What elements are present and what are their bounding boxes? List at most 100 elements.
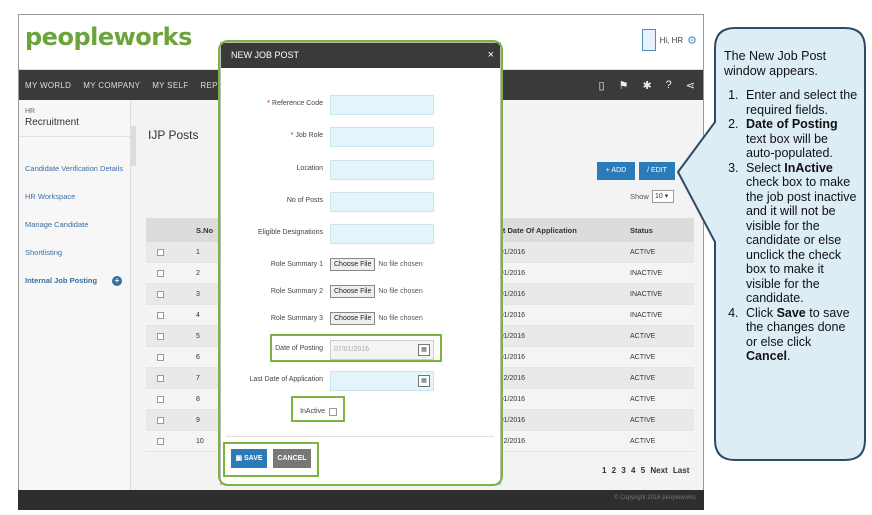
no-file-text: No file chosen: [378, 288, 423, 295]
row-checkbox[interactable]: [156, 248, 164, 256]
row-checkbox[interactable]: [156, 269, 164, 277]
row-checkbox-cell: [146, 284, 174, 304]
field-role-summary-1: Role Summary 1 Choose File No file chose…: [221, 256, 502, 276]
field-date-of-posting: Date of Posting 07/01/2016 ▦: [221, 340, 502, 360]
add-button[interactable]: + ADD: [597, 162, 635, 180]
plus-circle-icon[interactable]: +: [112, 276, 122, 286]
row-checkbox-cell: [146, 389, 174, 409]
row-checkbox[interactable]: [156, 353, 164, 361]
sidebar-item-label: Internal Job Posting: [25, 276, 98, 285]
inactive-checkbox[interactable]: [329, 408, 337, 416]
pin-icon[interactable]: ⚑: [619, 79, 629, 92]
save-icon: ▣: [235, 455, 244, 462]
row-last-date: 21/01/2016: [490, 311, 526, 319]
role-summary-3-label: Role Summary 3: [270, 315, 323, 322]
callout-text: The New Job Post window appears. Enter a…: [724, 49, 858, 364]
role-summary-1-label: Role Summary 1: [270, 261, 323, 268]
row-checkbox[interactable]: [156, 395, 164, 403]
callout-step-1: Enter and select the required fields.: [742, 88, 858, 117]
help-icon[interactable]: ?: [666, 79, 672, 91]
peopleworks-logo[interactable]: peopleworks: [25, 23, 192, 51]
sidebar-item-hr-workspace[interactable]: HR Workspace: [19, 183, 130, 211]
sidebar-item-manage-candidate[interactable]: Manage Candidate: [19, 211, 130, 239]
row-sno: 8: [196, 395, 200, 403]
callout-step-2: Date of Posting text box will be auto-po…: [742, 117, 858, 161]
header-checkbox-cell: [146, 218, 174, 242]
step4-bold1: Save: [776, 305, 806, 320]
required-marker: *: [267, 100, 271, 107]
step4-bold2: Cancel: [746, 349, 787, 363]
field-role-summary-3: Role Summary 3 Choose File No file chose…: [221, 310, 502, 330]
page-size-select[interactable]: 10 ▾: [652, 190, 674, 203]
sidebar: HR Recruitment Candidate Verification De…: [19, 100, 131, 509]
pagination[interactable]: 1 2 3 4 5 Next Last: [602, 466, 689, 475]
sidebar-item-internal-job-posting[interactable]: Internal Job Posting +: [19, 267, 130, 295]
sidebar-module-label: HR: [25, 108, 36, 115]
avatar[interactable]: [641, 29, 656, 51]
nav-my-world[interactable]: MY WORLD: [19, 81, 77, 90]
choose-file-button[interactable]: Choose File: [330, 258, 376, 271]
save-button[interactable]: ▣ SAVE: [231, 449, 267, 468]
row-sno: 7: [196, 374, 200, 382]
modal-divider: [226, 436, 494, 437]
close-icon[interactable]: ×: [488, 43, 494, 68]
row-sno: 1: [196, 248, 200, 256]
sidebar-item-shortlisting[interactable]: Shortlisting: [19, 239, 130, 267]
choose-file-button[interactable]: Choose File: [330, 312, 376, 325]
field-location: Location: [221, 160, 502, 180]
choose-file-button[interactable]: Choose File: [330, 285, 376, 298]
last-date-input[interactable]: ▦: [330, 371, 434, 391]
show-label: Show: [630, 192, 649, 201]
row-checkbox[interactable]: [156, 332, 164, 340]
sidebar-collapse-handle[interactable]: [130, 126, 136, 166]
app-footer: © Copyright 2016 peopleworks: [18, 490, 704, 510]
nav-my-self[interactable]: MY SELF: [146, 81, 194, 90]
no-of-posts-label: No of Posts: [286, 197, 323, 204]
job-role-label: * Job Role: [291, 132, 323, 139]
role-summary-2-file: Choose File No file chosen: [330, 285, 423, 298]
reference-code-input[interactable]: [330, 95, 434, 115]
row-last-date: 20/01/2016: [490, 416, 526, 424]
calendar-icon[interactable]: ▦: [418, 344, 430, 356]
location-input[interactable]: [330, 160, 434, 180]
job-role-input[interactable]: [330, 127, 434, 147]
step3-a: Select: [746, 160, 785, 175]
cancel-button[interactable]: CANCEL: [273, 449, 311, 468]
tools-icon[interactable]: ✱: [642, 79, 651, 92]
callout-intro: The New Job Post window appears.: [724, 49, 827, 78]
callout-steps: Enter and select the required fields. Da…: [742, 88, 858, 364]
row-checkbox-cell: [146, 368, 174, 388]
calendar-icon[interactable]: ▦: [418, 375, 430, 387]
edit-button[interactable]: / EDIT: [639, 162, 675, 180]
book-icon[interactable]: ▯: [599, 79, 605, 92]
modal-header: NEW JOB POST ×: [221, 43, 500, 68]
nav-my-company[interactable]: MY COMPANY: [77, 81, 146, 90]
row-last-date: 22/01/2016: [490, 332, 526, 340]
field-job-role: * Job Role: [221, 127, 502, 147]
step2-rest: text box will be auto-populated.: [746, 131, 833, 161]
row-checkbox[interactable]: [156, 311, 164, 319]
page-title: IJP Posts: [148, 128, 199, 142]
step4-c: .: [787, 349, 791, 363]
row-checkbox[interactable]: [156, 374, 164, 382]
row-sno: 6: [196, 353, 200, 361]
row-checkbox[interactable]: [156, 290, 164, 298]
row-checkbox-cell: [146, 242, 174, 262]
required-marker: *: [290, 132, 294, 139]
row-checkbox-cell: [146, 431, 174, 451]
row-checkbox-cell: [146, 263, 174, 283]
sidebar-item-candidate-verification[interactable]: Candidate Verification Details: [19, 155, 130, 183]
eligible-designations-label: Eligible Designations: [258, 229, 323, 236]
no-of-posts-input[interactable]: [330, 192, 434, 212]
row-sno: 9: [196, 416, 200, 424]
job-role-label-text: Job Role: [295, 132, 323, 139]
row-checkbox[interactable]: [156, 416, 164, 424]
eligible-designations-input[interactable]: [330, 224, 434, 244]
row-last-date: 23/01/2016: [490, 269, 526, 277]
row-checkbox[interactable]: [156, 437, 164, 445]
location-label: Location: [296, 165, 323, 172]
no-file-text: No file chosen: [378, 261, 423, 268]
callout-step-3: Select InActive check box to make the jo…: [742, 161, 858, 306]
modal-title: NEW JOB POST: [231, 50, 300, 60]
date-of-posting-input[interactable]: 07/01/2016 ▦: [330, 340, 434, 360]
